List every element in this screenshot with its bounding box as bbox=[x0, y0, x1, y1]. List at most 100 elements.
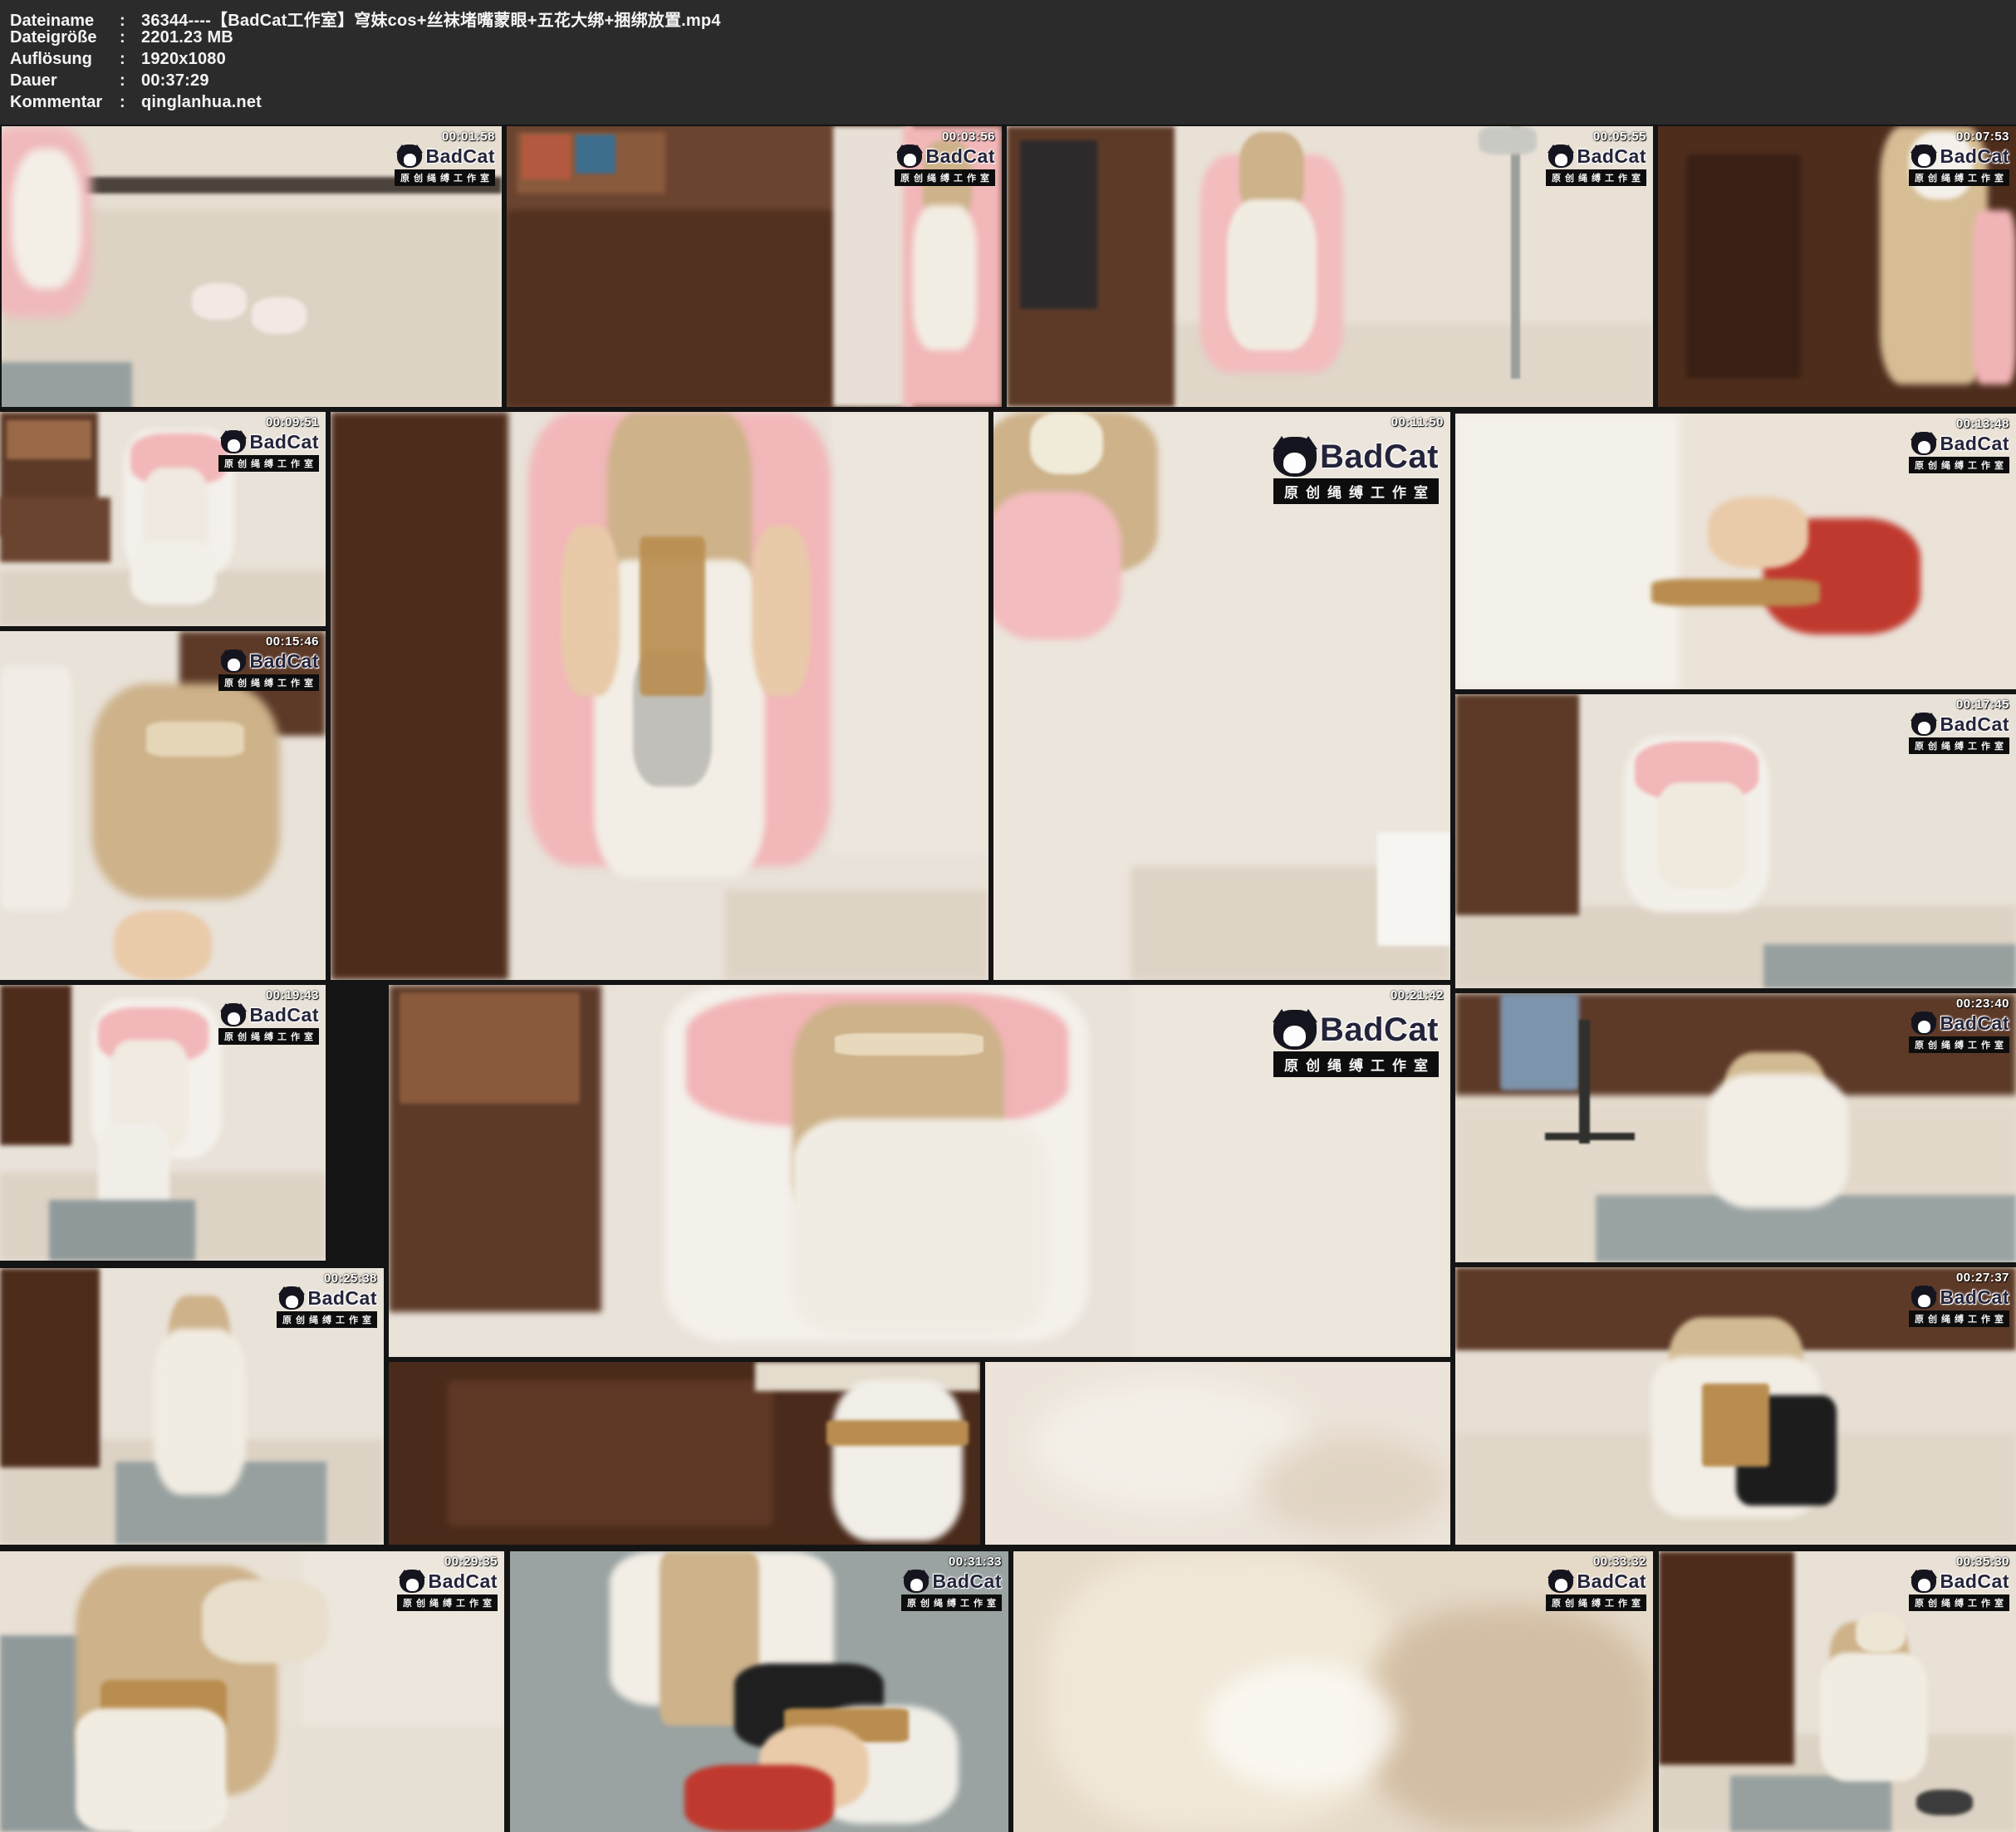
watermark-banner: 原创绳缚工作室 bbox=[1546, 169, 1646, 186]
watermark-name: BadCat bbox=[1940, 145, 2009, 168]
timestamp-overlay: 00:03:56 bbox=[942, 130, 995, 144]
timestamp-overlay: 00:07:53 bbox=[1956, 130, 2009, 144]
scene-patch bbox=[292, 1726, 504, 1832]
scene-patch bbox=[1511, 126, 1521, 379]
scene-patch bbox=[1205, 1663, 1397, 1790]
frame-00-31-33: 00:31:33BadCat原创绳缚工作室 bbox=[510, 1551, 1008, 1832]
watermark-banner: 原创绳缚工作室 bbox=[895, 169, 995, 186]
cat-icon bbox=[1911, 145, 1936, 168]
scene-patch bbox=[1030, 412, 1103, 474]
scene-patch bbox=[561, 526, 620, 696]
badcat-watermark: BadCat原创绳缚工作室 bbox=[218, 430, 319, 472]
scene-patch bbox=[400, 992, 580, 1104]
scene-patch bbox=[684, 1765, 834, 1832]
cat-icon bbox=[400, 1570, 424, 1593]
watermark-name: BadCat bbox=[1940, 1286, 2009, 1309]
watermark-banner: 原创绳缚工作室 bbox=[901, 1594, 1002, 1611]
meta-separator: : bbox=[120, 71, 141, 91]
frame-00-01-58: 00:01:58BadCat原创绳缚工作室 bbox=[2, 126, 502, 407]
cat-icon bbox=[1911, 1570, 1936, 1593]
scene-patch bbox=[146, 722, 244, 757]
watermark-banner: 原创绳缚工作室 bbox=[218, 1028, 319, 1045]
watermark-name: BadCat bbox=[249, 1004, 319, 1026]
scene-patch bbox=[1020, 140, 1097, 309]
scene-patch bbox=[507, 210, 853, 407]
badcat-watermark: BadCat原创绳缚工作室 bbox=[277, 1286, 377, 1328]
meta-row-dateigröße: Dateigröße:2201.23 MB bbox=[10, 28, 2016, 50]
frame-00-07-53: 00:07:53BadCat原创绳缚工作室 bbox=[1658, 126, 2016, 407]
frame-00-29-35: 00:29:35BadCat原创绳缚工作室 bbox=[0, 1551, 504, 1832]
watermark-banner: 原创绳缚工作室 bbox=[277, 1311, 377, 1328]
meta-label: Dateigröße bbox=[10, 28, 120, 47]
scene-patch bbox=[1659, 1551, 1794, 1765]
cat-icon bbox=[1911, 1012, 1936, 1035]
watermark-name: BadCat bbox=[1577, 1570, 1646, 1593]
scene-patch bbox=[1366, 1608, 1654, 1832]
cat-icon bbox=[1911, 1286, 1936, 1309]
badcat-watermark: BadCat原创绳缚工作室 bbox=[895, 145, 995, 186]
timestamp-overlay: 00:33:32 bbox=[1593, 1555, 1646, 1569]
frame-00-35-30: 00:35:30BadCat原创绳缚工作室 bbox=[1659, 1551, 2016, 1832]
cat-icon bbox=[1911, 432, 1936, 455]
watermark-banner: 原创绳缚工作室 bbox=[218, 455, 319, 472]
cat-icon bbox=[1273, 437, 1317, 477]
meta-row-auflösung: Auflösung:1920x1080 bbox=[10, 50, 2016, 71]
meta-row-kommentar: Kommentar:qinglanhua.net bbox=[10, 93, 2016, 115]
scene-patch bbox=[154, 1329, 246, 1495]
scene-patch bbox=[1708, 1074, 1848, 1208]
cat-icon bbox=[221, 1003, 246, 1026]
cat-icon bbox=[1911, 713, 1936, 736]
watermark-banner: 原创绳缚工作室 bbox=[1909, 737, 2009, 754]
scene-patch bbox=[1579, 1020, 1591, 1144]
badcat-watermark: BadCat原创绳缚工作室 bbox=[1273, 437, 1439, 504]
file-metadata-header: Dateiname:36344----【BadCat工作室】穹妹cos+丝袜堵嘴… bbox=[0, 0, 2016, 125]
scene-patch bbox=[913, 205, 977, 351]
badcat-watermark: BadCat原创绳缚工作室 bbox=[901, 1570, 1002, 1611]
timestamp-overlay: 00:31:33 bbox=[949, 1555, 1002, 1569]
scene-patch bbox=[1730, 1776, 1891, 1832]
watermark-banner: 原创绳缚工作室 bbox=[1273, 1051, 1439, 1077]
scene-patch bbox=[792, 1119, 1047, 1335]
frame-00-13-48: 00:13:48BadCat原创绳缚工作室 bbox=[1455, 414, 2016, 689]
timestamp-overlay: 00:05:55 bbox=[1593, 130, 1646, 144]
cat-icon bbox=[1548, 1570, 1573, 1593]
scene-patch bbox=[1479, 126, 1537, 154]
cat-icon bbox=[221, 430, 246, 453]
scene-patch bbox=[202, 1580, 328, 1663]
scene-patch bbox=[1973, 210, 2016, 385]
watermark-name: BadCat bbox=[1320, 1012, 1439, 1049]
scene-patch bbox=[1686, 154, 1801, 379]
scene-patch bbox=[1820, 1653, 1927, 1781]
cat-icon bbox=[221, 649, 246, 673]
scene-patch bbox=[192, 283, 247, 320]
scene-patch bbox=[12, 149, 81, 289]
scene-patch bbox=[993, 492, 1121, 639]
watermark-name: BadCat bbox=[1577, 145, 1646, 168]
scene-patch bbox=[1702, 1384, 1769, 1467]
timestamp-overlay: 00:13:48 bbox=[1956, 417, 2009, 431]
scene-patch bbox=[1916, 1790, 1974, 1815]
timestamp-overlay: 00:21:42 bbox=[1391, 988, 1444, 1002]
scene-patch bbox=[827, 1420, 969, 1446]
watermark-banner: 原创绳缚工作室 bbox=[1273, 478, 1439, 504]
frame-pale-closeup bbox=[985, 1362, 1450, 1545]
timestamp-overlay: 00:09:51 bbox=[266, 415, 319, 429]
frame-00-05-55: 00:05:55BadCat原创绳缚工作室 bbox=[1007, 126, 1653, 407]
meta-value: 36344----【BadCat工作室】穹妹cos+丝袜堵嘴蒙眼+五花大绑+捆绑… bbox=[141, 7, 721, 31]
badcat-watermark: BadCat原创绳缚工作室 bbox=[1909, 1012, 2009, 1053]
watermark-banner: 原创绳缚工作室 bbox=[1909, 1036, 2009, 1053]
scene-patch bbox=[1856, 1613, 1906, 1652]
frame-00-09-51: 00:09:51BadCat原创绳缚工作室 bbox=[0, 412, 326, 626]
meta-row-dateiname: Dateiname:36344----【BadCat工作室】穹妹cos+丝袜堵嘴… bbox=[10, 7, 2016, 28]
frame-00-25-38: 00:25:38BadCat原创绳缚工作室 bbox=[0, 1268, 384, 1545]
badcat-watermark: BadCat 原创绳缚工作室 bbox=[218, 1003, 319, 1045]
scene-patch bbox=[1455, 414, 1680, 689]
scene-patch bbox=[1651, 579, 1820, 606]
cat-icon bbox=[897, 145, 922, 168]
watermark-name: BadCat bbox=[249, 650, 319, 673]
meta-value: 00:37:29 bbox=[141, 71, 209, 91]
meta-separator: : bbox=[120, 93, 141, 112]
badcat-watermark: BadCat原创绳缚工作室 bbox=[1273, 1010, 1439, 1077]
watermark-name: BadCat bbox=[428, 1570, 498, 1593]
scene-patch bbox=[1545, 1133, 1635, 1139]
